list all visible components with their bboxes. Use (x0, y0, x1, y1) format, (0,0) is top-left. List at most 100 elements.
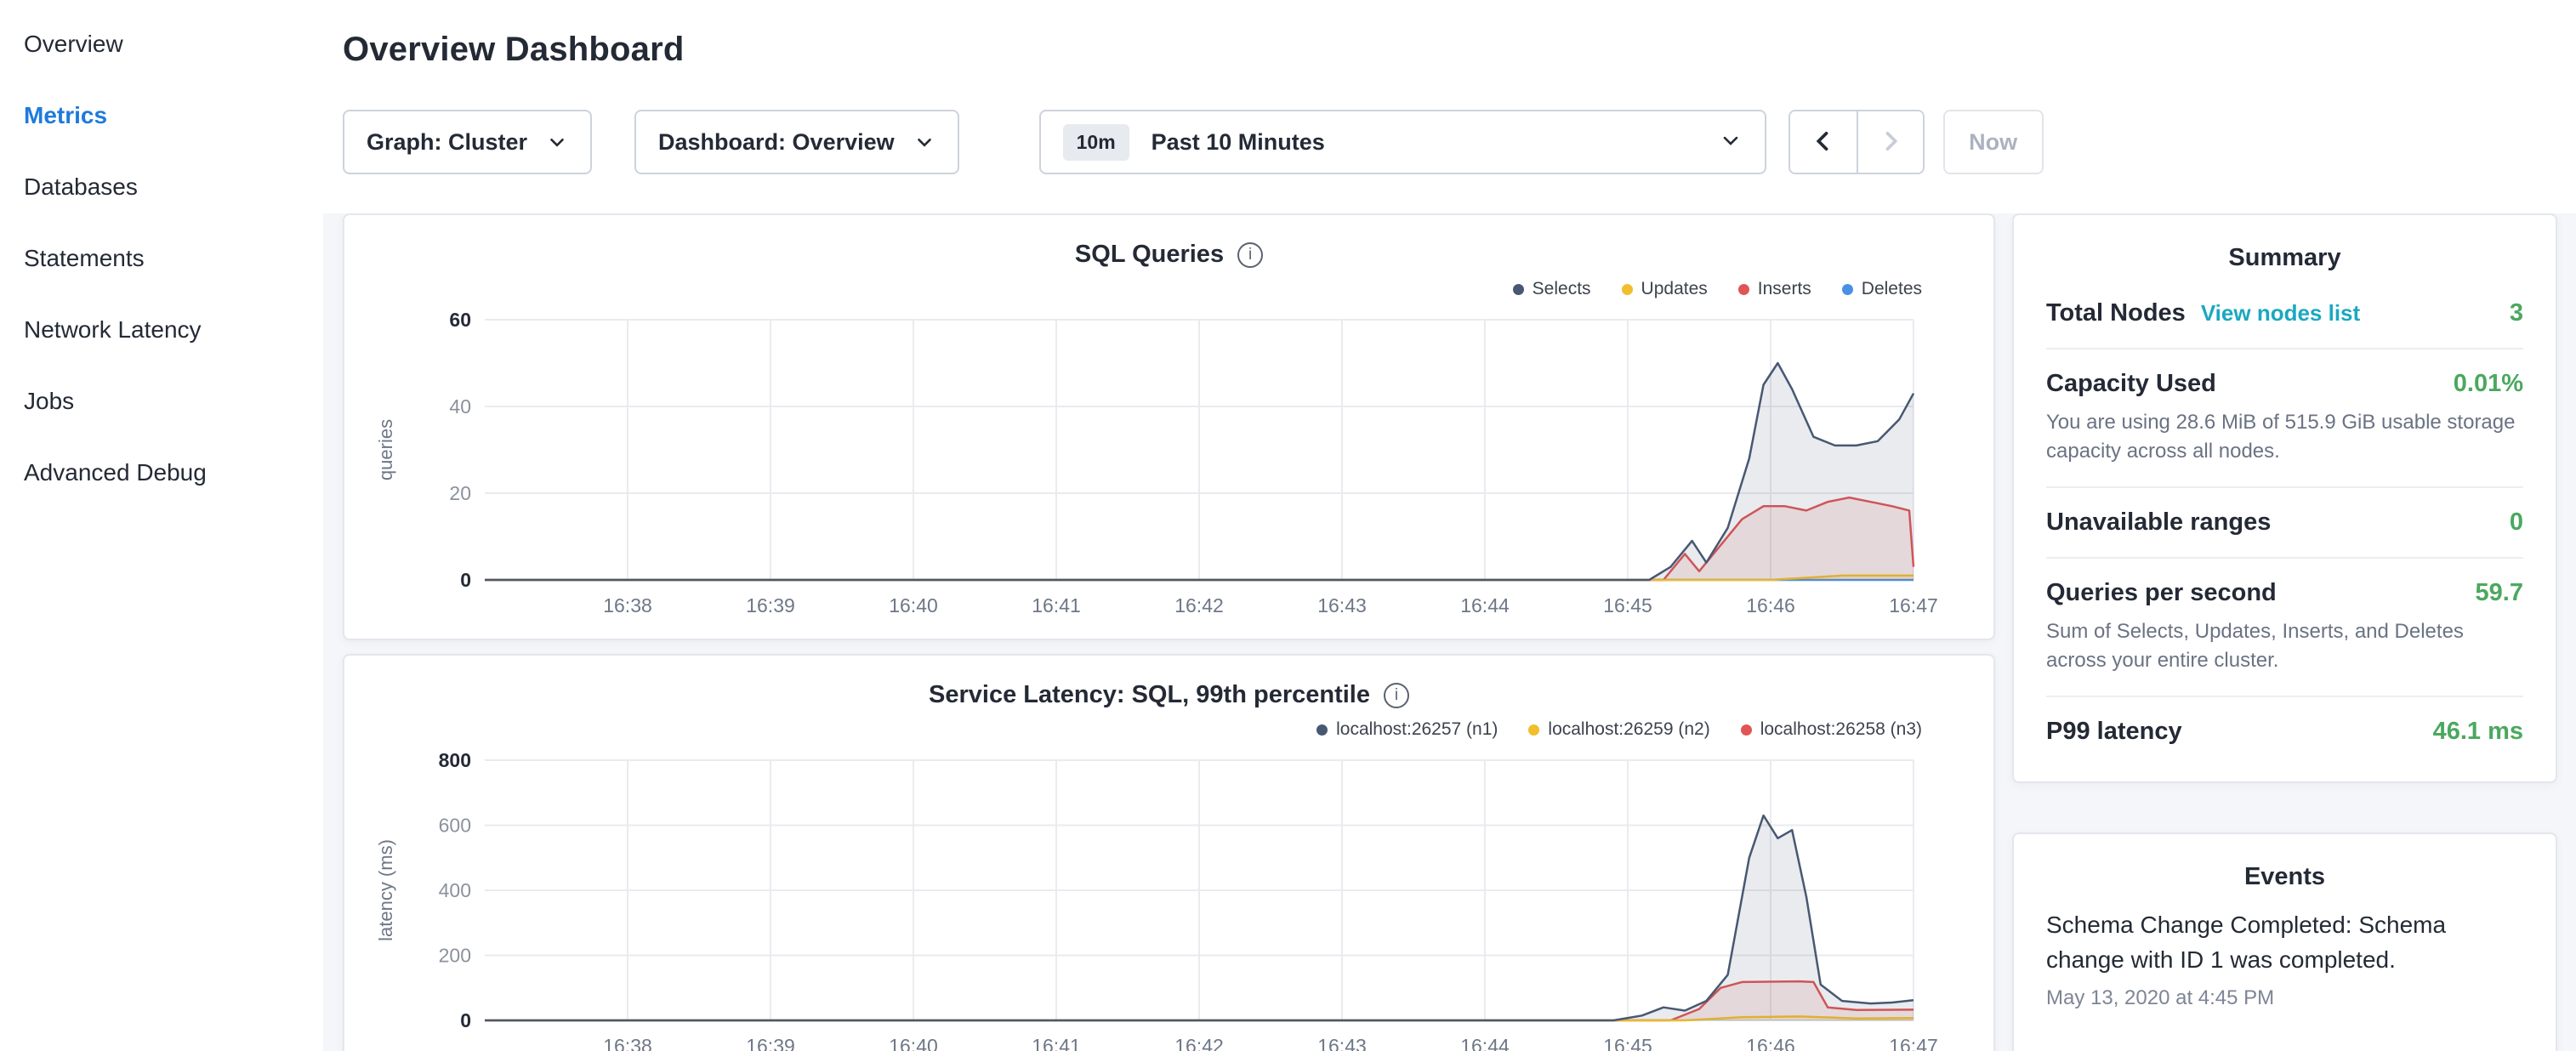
events-panel: Events Schema Change Completed: Schema c… (2012, 832, 2557, 1051)
sidebar-item-statements[interactable]: Statements (24, 223, 323, 294)
legend-label: localhost:26258 (n3) (1760, 719, 1922, 740)
dashboard-dropdown-label: Dashboard: Overview (658, 129, 895, 156)
legend-dot-icon (1741, 724, 1752, 736)
summary-value: 0 (2510, 508, 2523, 537)
time-step-forward-button[interactable] (1857, 111, 1923, 173)
sql-queries-plot: 16:3816:3916:4016:4116:4216:4316:4416:45… (344, 306, 1993, 629)
svg-text:16:47: 16:47 (1889, 594, 1938, 616)
summary-row-queries-per-second: Queries per second 59.7 Sum of Selects, … (2046, 559, 2523, 697)
summary-value: 46.1 ms (2433, 718, 2523, 746)
legend-item[interactable]: localhost:26258 (n3) (1741, 719, 1922, 740)
svg-text:16:46: 16:46 (1746, 1035, 1795, 1051)
svg-text:200: 200 (438, 945, 470, 967)
legend-item[interactable]: localhost:26257 (n1) (1316, 719, 1498, 740)
legend-label: Inserts (1758, 279, 1811, 299)
svg-text:600: 600 (438, 815, 470, 837)
view-nodes-list-link[interactable]: View nodes list (2201, 300, 2360, 327)
info-icon[interactable]: i (1384, 683, 1409, 708)
sql-queries-chart-card: SQL Queries i Selects Updates Inserts Delet… (343, 213, 1995, 640)
chart-legend: localhost:26257 (n1) localhost:26259 (n2)… (344, 718, 1993, 741)
summary-label: Unavailable ranges (2046, 508, 2271, 537)
graph-dropdown[interactable]: Graph: Cluster (343, 110, 592, 174)
dashboard-content: SQL Queries i Selects Updates Inserts Delet… (323, 213, 2576, 1051)
legend-dot-icon (1316, 724, 1328, 736)
legend-item[interactable]: localhost:26259 (n2) (1528, 719, 1709, 740)
summary-row-total-nodes: Total Nodes View nodes list 3 (2046, 279, 2523, 349)
chevron-down-icon (913, 131, 935, 153)
chevron-left-icon (1809, 127, 1838, 158)
now-button[interactable]: Now (1943, 110, 2044, 174)
svg-text:60: 60 (449, 309, 471, 331)
legend-item[interactable]: Selects (1513, 279, 1591, 299)
svg-text:16:46: 16:46 (1746, 594, 1795, 616)
svg-text:16:38: 16:38 (603, 1035, 652, 1051)
summary-label: P99 latency (2046, 718, 2182, 746)
chart-title-service-latency: Service Latency: SQL, 99th percentile (929, 681, 1370, 709)
chart-title-sql-queries: SQL Queries (1075, 241, 1224, 269)
legend-item[interactable]: Deletes (1842, 279, 1922, 299)
svg-text:16:47: 16:47 (1889, 1035, 1938, 1051)
svg-text:16:41: 16:41 (1032, 1035, 1081, 1051)
summary-panel: Summary Total Nodes View nodes list 3 Ca… (2012, 213, 2557, 783)
chevron-right-icon (1876, 127, 1905, 158)
svg-text:16:40: 16:40 (889, 594, 938, 616)
summary-row-p99-latency: P99 latency 46.1 ms (2046, 697, 2523, 766)
summary-label: Total Nodes (2046, 299, 2186, 327)
summary-description: Sum of Selects, Updates, Inserts, and De… (2046, 617, 2523, 675)
main-area: Overview Dashboard Graph: Cluster Dashbo… (323, 0, 2576, 1051)
legend-dot-icon (1738, 284, 1749, 295)
svg-text:16:44: 16:44 (1460, 594, 1510, 616)
legend-label: Updates (1641, 279, 1708, 299)
summary-description: You are using 28.6 MiB of 515.9 GiB usab… (2046, 408, 2523, 466)
time-range-badge: 10m (1063, 124, 1129, 161)
summary-row-unavailable-ranges: Unavailable ranges 0 (2046, 488, 2523, 559)
svg-text:16:43: 16:43 (1317, 1035, 1367, 1051)
svg-text:40: 40 (449, 395, 471, 418)
summary-label: Queries per second (2046, 579, 2277, 607)
legend-item[interactable]: Updates (1622, 279, 1708, 299)
legend-label: localhost:26259 (n2) (1548, 719, 1709, 740)
legend-dot-icon (1513, 284, 1524, 295)
dashboard-dropdown[interactable]: Dashboard: Overview (634, 110, 959, 174)
svg-text:latency (ms): latency (ms) (375, 839, 396, 941)
svg-text:20: 20 (449, 482, 471, 504)
legend-item[interactable]: Inserts (1738, 279, 1811, 299)
summary-value: 0.01% (2454, 370, 2523, 398)
legend-dot-icon (1528, 724, 1539, 736)
svg-text:0: 0 (460, 569, 471, 591)
sidebar-item-advanced-debug[interactable]: Advanced Debug (24, 437, 323, 508)
summary-row-capacity-used: Capacity Used 0.01% You are using 28.6 M… (2046, 349, 2523, 488)
event-list-item[interactable]: Schema Change Completed: Schema change w… (2046, 908, 2523, 1009)
legend-label: Selects (1533, 279, 1591, 299)
svg-text:800: 800 (438, 749, 470, 771)
svg-text:400: 400 (438, 879, 470, 901)
sidebar-item-overview[interactable]: Overview (24, 9, 323, 80)
sidebar-item-jobs[interactable]: Jobs (24, 366, 323, 437)
event-text: Schema Change Completed: Schema change w… (2046, 908, 2523, 977)
svg-text:16:42: 16:42 (1174, 1035, 1224, 1051)
svg-text:16:39: 16:39 (746, 594, 795, 616)
info-icon[interactable]: i (1237, 242, 1263, 268)
legend-dot-icon (1842, 284, 1853, 295)
chevron-down-icon (1719, 128, 1743, 156)
event-timestamp: May 13, 2020 at 4:45 PM (2046, 986, 2523, 1010)
summary-value: 59.7 (2476, 579, 2523, 607)
service-latency-plot: 16:3816:3916:4016:4116:4216:4316:4416:45… (344, 747, 1993, 1051)
sidebar-item-network-latency[interactable]: Network Latency (24, 294, 323, 366)
time-step-back-button[interactable] (1790, 111, 1857, 173)
service-latency-chart-card: Service Latency: SQL, 99th percentile i … (343, 654, 1995, 1051)
graph-dropdown-label: Graph: Cluster (367, 129, 527, 156)
toolbar: Graph: Cluster Dashboard: Overview 10m P… (343, 110, 2576, 174)
svg-text:16:45: 16:45 (1603, 594, 1652, 616)
svg-text:16:45: 16:45 (1603, 1035, 1652, 1051)
svg-text:16:40: 16:40 (889, 1035, 938, 1051)
events-title: Events (2046, 834, 2523, 898)
time-step-buttons (1788, 110, 1925, 174)
svg-text:16:38: 16:38 (603, 594, 652, 616)
sidebar-item-metrics[interactable]: Metrics (24, 80, 323, 151)
chart-legend: Selects Updates Inserts Deletes (344, 277, 1993, 301)
time-range-dropdown[interactable]: 10m Past 10 Minutes (1039, 110, 1766, 174)
legend-label: localhost:26257 (n1) (1336, 719, 1498, 740)
sidebar-item-databases[interactable]: Databases (24, 151, 323, 223)
summary-title: Summary (2046, 215, 2523, 279)
